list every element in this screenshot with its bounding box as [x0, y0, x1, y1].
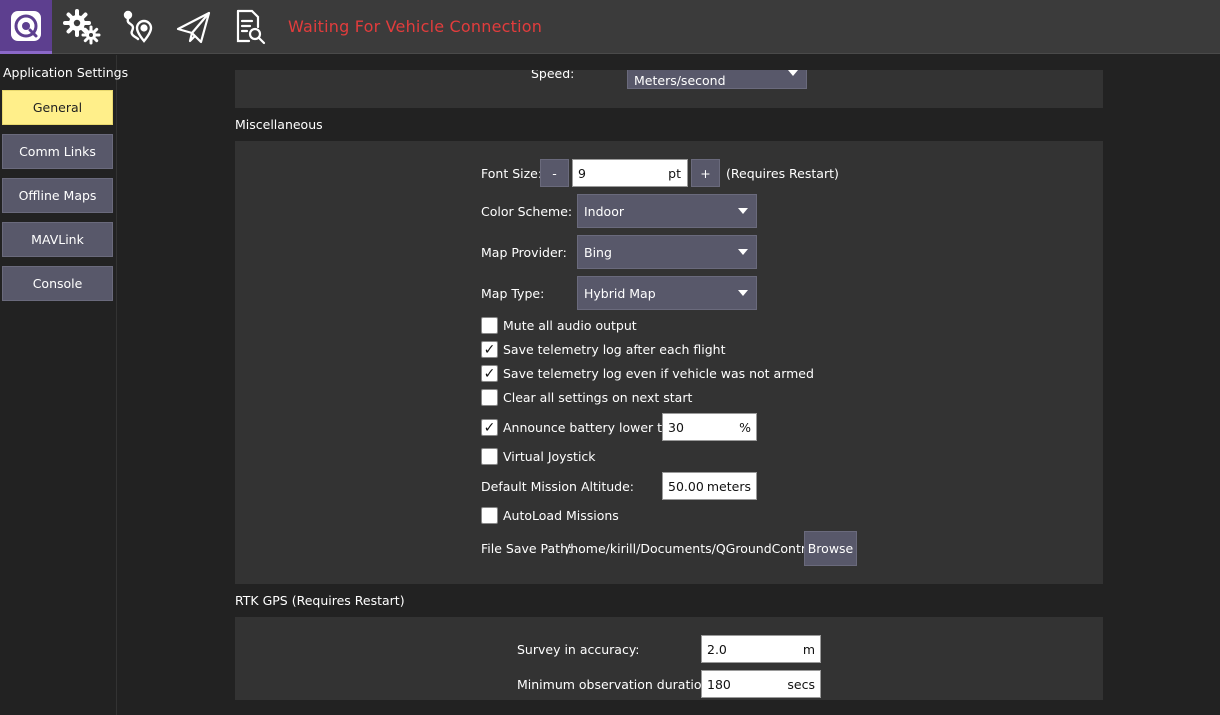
sidebar-item-mavlink[interactable]: MAVLink [2, 222, 113, 257]
chevron-down-icon [738, 249, 748, 255]
connection-status-text: Waiting For Vehicle Connection [288, 17, 543, 36]
paper-plane-icon[interactable] [168, 0, 218, 54]
plan-route-icon[interactable] [113, 0, 163, 54]
sidebar-item-console[interactable]: Console [2, 266, 113, 301]
color-scheme-combo[interactable]: Indoor [577, 194, 757, 228]
min-observation-unit: secs [787, 677, 815, 692]
main-toolbar: Waiting For Vehicle Connection [0, 0, 1220, 54]
save-log-not-armed-checkbox[interactable]: ✓ [481, 365, 498, 382]
min-observation-input[interactable]: 180 secs [701, 670, 821, 698]
autoload-missions-checkbox[interactable] [481, 507, 498, 524]
font-size-decrease-button[interactable]: - [540, 159, 569, 187]
survey-accuracy-input[interactable]: 2.0 m [701, 635, 821, 663]
virtual-joystick-label: Virtual Joystick [503, 449, 596, 464]
default-altitude-value: 50.00 [668, 478, 704, 494]
map-type-combo[interactable]: Hybrid Map [577, 276, 757, 310]
settings-sidebar: Application Settings General Comm Links … [0, 55, 128, 715]
check-icon: ✓ [483, 341, 496, 358]
rtk-section-title: RTK GPS (Requires Restart) [235, 593, 405, 608]
clear-settings-checkbox[interactable] [481, 389, 498, 406]
battery-threshold-value: 30 [668, 419, 684, 435]
font-size-value: 9 [578, 165, 586, 181]
file-save-path-value: /home/kirill/Documents/QGroundControl [566, 541, 817, 556]
survey-accuracy-unit: m [802, 642, 815, 657]
sidebar-title: Application Settings [3, 65, 129, 80]
mute-audio-label: Mute all audio output [503, 318, 637, 333]
color-scheme-value: Indoor [584, 203, 624, 219]
browse-button[interactable]: Browse [804, 531, 857, 566]
save-log-not-armed-label: Save telemetry log even if vehicle was n… [503, 366, 814, 381]
survey-accuracy-value: 2.0 [707, 641, 727, 657]
chevron-down-icon [738, 208, 748, 214]
chevron-down-icon [788, 70, 798, 76]
default-altitude-input[interactable]: 50.00 meters [662, 472, 757, 500]
default-altitude-unit: meters [706, 479, 751, 494]
autoload-missions-label: AutoLoad Missions [503, 508, 619, 523]
map-type-label: Map Type: [481, 286, 545, 301]
announce-battery-label: Announce battery lower than [503, 420, 662, 435]
save-log-after-flight-checkbox[interactable]: ✓ [481, 341, 498, 358]
speed-units-value: Meters/second [634, 73, 726, 88]
battery-threshold-input[interactable]: 30 % [662, 413, 757, 441]
font-size-increase-button[interactable]: + [691, 159, 720, 187]
gears-icon[interactable] [57, 0, 107, 54]
check-icon: ✓ [483, 419, 496, 436]
map-provider-combo[interactable]: Bing [577, 235, 757, 269]
virtual-joystick-checkbox[interactable] [481, 448, 498, 465]
check-icon: ✓ [483, 365, 496, 382]
min-observation-label: Minimum observation duration: [517, 677, 714, 692]
font-size-note: (Requires Restart) [726, 166, 839, 181]
battery-threshold-unit: % [739, 420, 751, 435]
mute-audio-checkbox[interactable] [481, 317, 498, 334]
survey-accuracy-label: Survey in accuracy: [517, 642, 640, 657]
sidebar-item-general[interactable]: General [2, 90, 113, 125]
chevron-down-icon [738, 290, 748, 296]
color-scheme-label: Color Scheme: [481, 204, 573, 219]
file-save-path-label: File Save Path: [481, 541, 573, 556]
font-size-unit: pt [668, 166, 681, 181]
min-observation-value: 180 [707, 676, 731, 692]
map-provider-label: Map Provider: [481, 245, 567, 260]
analyze-log-icon[interactable] [224, 0, 274, 54]
scroll-clip [118, 55, 1220, 70]
map-type-value: Hybrid Map [584, 285, 656, 301]
misc-section-title: Miscellaneous [235, 117, 323, 132]
map-provider-value: Bing [584, 244, 612, 260]
sidebar-item-comm-links[interactable]: Comm Links [2, 134, 113, 169]
save-log-after-flight-label: Save telemetry log after each flight [503, 342, 726, 357]
default-altitude-label: Default Mission Altitude: [481, 479, 635, 494]
font-size-input[interactable]: 9 pt [572, 159, 688, 187]
sidebar-item-offline-maps[interactable]: Offline Maps [2, 178, 113, 213]
qgc-logo-icon[interactable] [0, 0, 52, 54]
clear-settings-label: Clear all settings on next start [503, 390, 693, 405]
font-size-label: Font Size: [481, 166, 543, 181]
announce-battery-checkbox[interactable]: ✓ [481, 419, 498, 436]
